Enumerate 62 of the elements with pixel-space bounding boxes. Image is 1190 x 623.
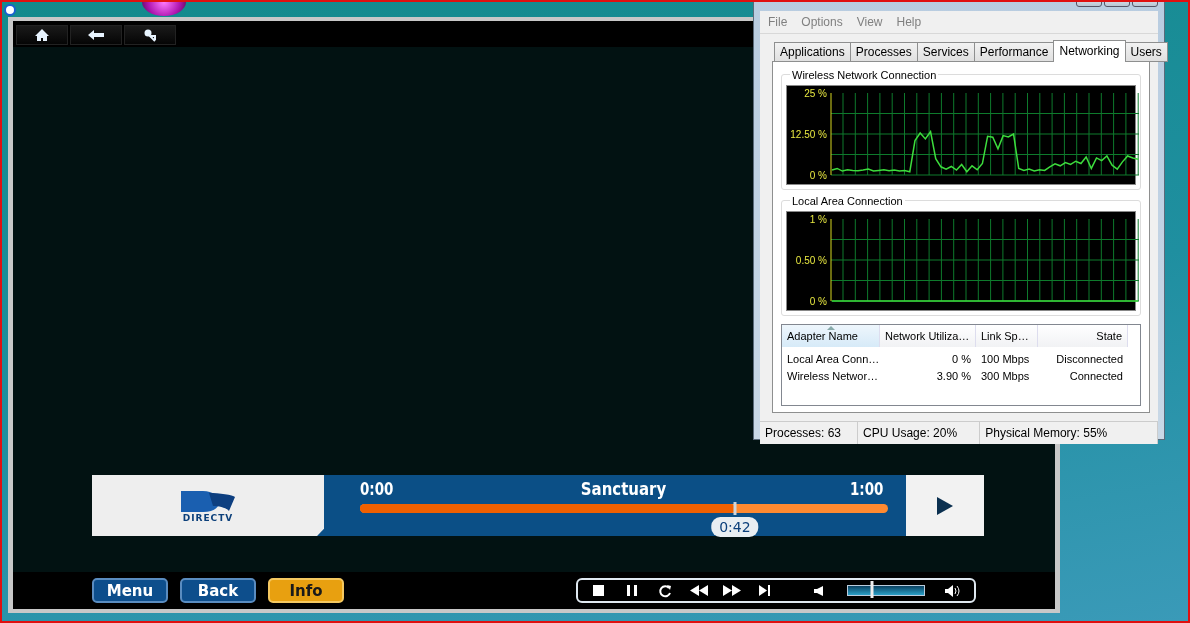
home-button[interactable] bbox=[16, 25, 68, 45]
status-text: Processes: 63 bbox=[760, 422, 859, 444]
start-time: 0:00 bbox=[360, 479, 394, 499]
repeat-icon bbox=[658, 583, 673, 598]
volume-thumb[interactable] bbox=[870, 581, 874, 598]
status-text: Physical Memory: 55% bbox=[980, 422, 1158, 444]
nav-button[interactable]: Back bbox=[180, 578, 256, 603]
table-cell-text: 3.90 % bbox=[935, 369, 972, 382]
axis-label: 1 % bbox=[809, 213, 827, 225]
speaker-icon bbox=[814, 585, 824, 596]
home-icon bbox=[34, 28, 50, 42]
table-cell-text: Local Area Conn… bbox=[786, 352, 880, 365]
speaker-loud-icon bbox=[945, 584, 962, 597]
pause-icon bbox=[626, 585, 637, 596]
stop-icon bbox=[593, 585, 605, 596]
rewind-icon bbox=[689, 585, 708, 596]
tab[interactable]: Performance bbox=[973, 42, 1055, 62]
axis-label: 0 % bbox=[809, 295, 827, 307]
group-title: Local Area Connection bbox=[790, 195, 905, 207]
back-button[interactable] bbox=[70, 25, 122, 45]
logo-text: DIRECTV bbox=[182, 512, 234, 523]
arrow-left-icon bbox=[87, 29, 105, 41]
skip-icon bbox=[759, 585, 772, 596]
app-icon[interactable] bbox=[4, 4, 16, 16]
track-title: Sanctuary bbox=[581, 479, 667, 499]
tab[interactable]: Users bbox=[1124, 42, 1168, 62]
group-title: Wireless Network Connection bbox=[790, 69, 939, 81]
tab[interactable]: Processes bbox=[849, 42, 918, 62]
table-cell-text: 100 Mbps bbox=[980, 352, 1031, 365]
menu-item[interactable]: Options bbox=[801, 15, 843, 29]
column-header[interactable]: Adapter Name bbox=[782, 325, 880, 347]
axis-label: 25 % bbox=[804, 87, 827, 99]
sort-icon bbox=[827, 326, 835, 330]
menu-item[interactable]: Help bbox=[896, 15, 922, 29]
play-icon bbox=[936, 495, 954, 516]
axis-label: 0.50 % bbox=[795, 254, 827, 266]
pin-button[interactable] bbox=[124, 25, 176, 45]
tab[interactable]: Applications bbox=[774, 42, 851, 62]
table-cell-text: Connected bbox=[1068, 369, 1124, 382]
nav-button[interactable]: Menu bbox=[92, 578, 168, 603]
axis-label: 12.50 % bbox=[790, 128, 827, 140]
table-cell-text: Wireless Networ… bbox=[786, 369, 880, 382]
nav-button[interactable]: Info bbox=[268, 578, 344, 603]
position-time: 0:42 bbox=[711, 517, 759, 537]
table-cell-text: Disconnected bbox=[1055, 352, 1124, 365]
play-button[interactable] bbox=[906, 475, 984, 536]
progress-marker[interactable] bbox=[733, 502, 737, 515]
axis-label: 0 % bbox=[809, 169, 827, 181]
menu-item[interactable]: File bbox=[768, 15, 788, 29]
tab[interactable]: Networking bbox=[1053, 40, 1126, 62]
menu-item[interactable]: View bbox=[856, 15, 883, 29]
column-header[interactable]: Link Sp… bbox=[976, 325, 1038, 347]
column-header[interactable]: State bbox=[1038, 325, 1128, 347]
status-text: CPU Usage: 20% bbox=[858, 422, 981, 444]
table-cell-text: 300 Mbps bbox=[980, 369, 1031, 382]
table-cell-text: 0 % bbox=[951, 352, 972, 365]
column-header[interactable]: Network Utiliza… bbox=[880, 325, 976, 347]
fast-forward-icon bbox=[722, 585, 741, 596]
tab[interactable]: Services bbox=[916, 42, 975, 62]
end-time: 1:00 bbox=[849, 479, 884, 499]
logo-icon bbox=[179, 488, 237, 513]
pin-icon bbox=[143, 28, 157, 42]
